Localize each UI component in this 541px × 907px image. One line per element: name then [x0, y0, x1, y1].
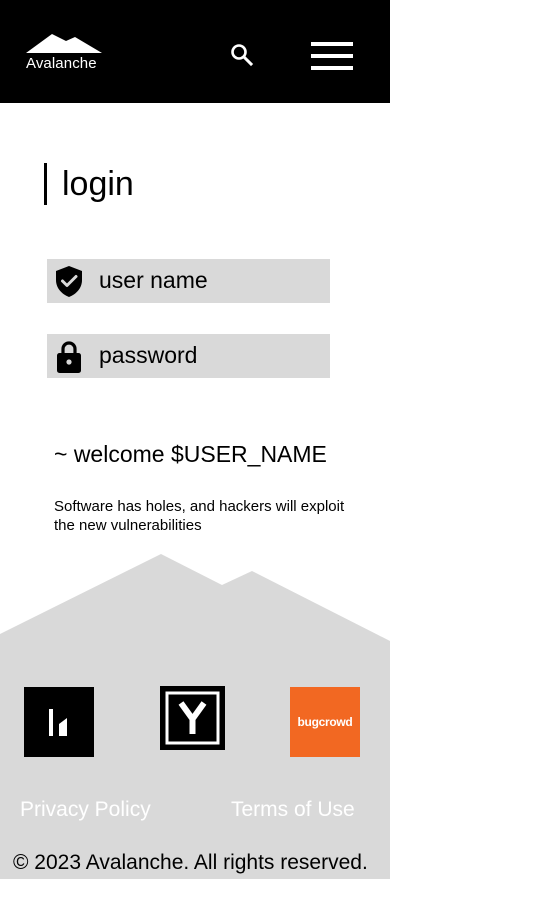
- hamburger-menu-icon: [311, 42, 353, 46]
- mountain-logo-icon: [26, 34, 102, 53]
- terms-of-use-link[interactable]: Terms of Use: [231, 797, 355, 823]
- app-frame: Avalanche login user name password ~ wel…: [0, 0, 390, 879]
- top-header: Avalanche: [0, 0, 390, 103]
- login-title-text: login: [62, 165, 134, 203]
- lock-icon: [57, 341, 81, 373]
- ycombinator-logo-icon: [165, 691, 220, 745]
- avalanche-logo[interactable]: Avalanche: [26, 34, 104, 74]
- heading-accent-bar: [44, 163, 47, 205]
- search-button[interactable]: [229, 42, 255, 68]
- tagline-text: Software has holes, and hackers will exp…: [54, 498, 345, 534]
- menu-line: [311, 66, 353, 70]
- login-heading: login: [44, 162, 134, 206]
- logo-text: Avalanche: [26, 55, 97, 72]
- bugcrowd-label: bugcrowd: [297, 715, 353, 729]
- welcome-message: ~ welcome $USER_NAME: [54, 441, 327, 467]
- ycombinator-logo[interactable]: [160, 686, 225, 750]
- password-placeholder: password: [99, 342, 198, 368]
- shield-check-icon: [56, 266, 82, 297]
- password-field[interactable]: password: [47, 334, 330, 378]
- privacy-policy-link[interactable]: Privacy Policy: [20, 797, 151, 823]
- copyright-text: © 2023 Avalanche. All rights reserved.: [13, 851, 368, 874]
- hackerone-logo[interactable]: [24, 687, 94, 757]
- hamburger-menu-button[interactable]: [309, 40, 355, 72]
- menu-line: [311, 54, 353, 58]
- username-placeholder: user name: [99, 267, 208, 293]
- search-icon: [231, 44, 254, 67]
- hackerone-logo-icon: [49, 709, 67, 736]
- username-field[interactable]: user name: [47, 259, 330, 303]
- bugcrowd-logo[interactable]: bugcrowd: [290, 687, 360, 757]
